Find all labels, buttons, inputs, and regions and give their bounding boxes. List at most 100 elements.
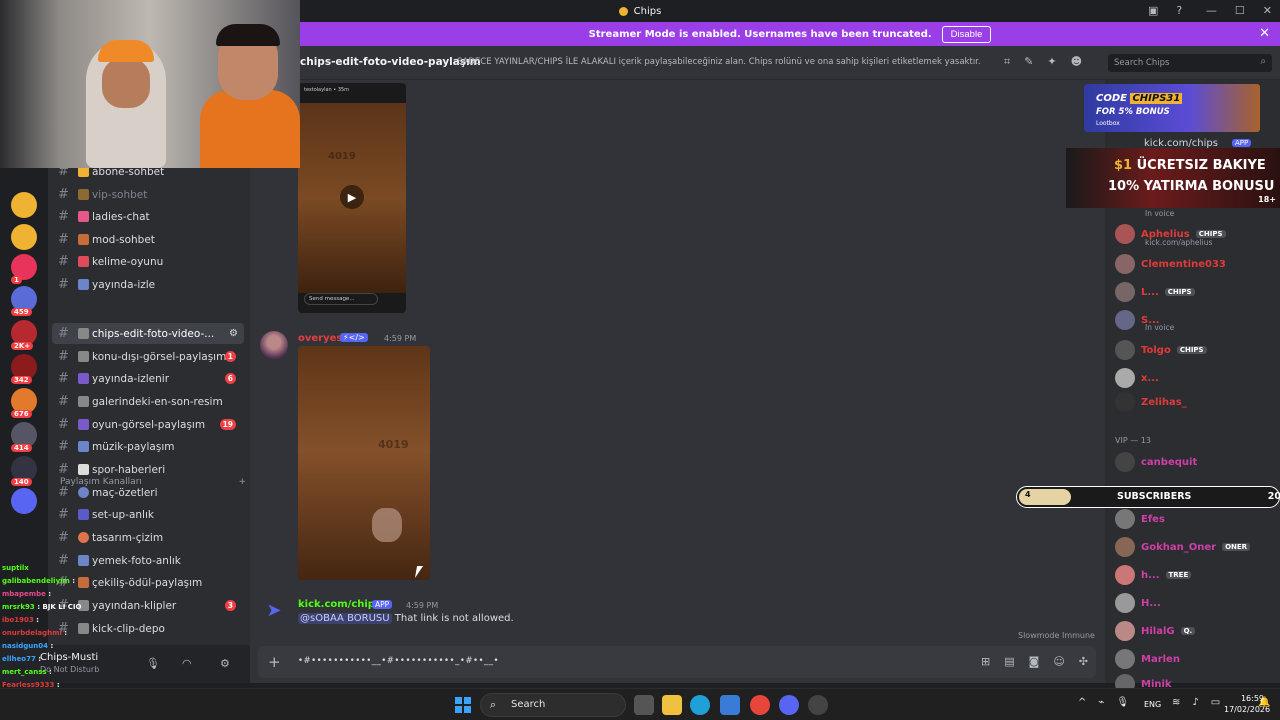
channel-item[interactable]: # tasarım-çizim (52, 527, 244, 548)
server-icon[interactable]: 414 (11, 422, 37, 452)
emoji-icon[interactable]: ☺ (1053, 655, 1064, 668)
start-menu-icon[interactable] (455, 697, 471, 713)
server-icon[interactable] (11, 224, 37, 250)
edge-icon[interactable] (690, 695, 710, 715)
volume-icon[interactable]: ♪ (1192, 697, 1198, 708)
member-list-icon[interactable]: ☻ (1071, 55, 1082, 69)
minimize-icon[interactable]: — (1206, 4, 1217, 17)
taskbar-search[interactable]: ⌕ Search (480, 693, 626, 717)
video-attachment[interactable]: 4019 (298, 346, 430, 580)
close-banner-icon[interactable]: ✕ (1259, 26, 1270, 41)
member-item[interactable]: Zelihas_ (1115, 392, 1187, 412)
server-icon[interactable]: 676 (11, 388, 37, 418)
server-icon[interactable] (11, 192, 37, 218)
vip-group-header: VIP — 13 (1115, 436, 1151, 445)
message-author[interactable]: kick.com/chips (298, 599, 381, 610)
member-item[interactable]: Marlen (1115, 649, 1180, 669)
member-item[interactable]: Clementine033 (1115, 254, 1226, 274)
member-item[interactable]: x... (1115, 368, 1159, 388)
server-badge: 459 (11, 308, 32, 316)
channel-item[interactable]: # galerindeki-en-son-resim (52, 391, 244, 412)
file-explorer-icon[interactable] (662, 695, 682, 715)
store-icon[interactable] (720, 695, 740, 715)
server-icon[interactable]: 140 (11, 456, 37, 486)
channel-item[interactable]: # set-up-anlık (52, 504, 244, 525)
server-icon[interactable]: 2K+ (11, 320, 37, 350)
notification-bell-icon[interactable]: 🔔 (1258, 697, 1270, 708)
member-name: Efes (1141, 513, 1165, 525)
gif-icon[interactable]: ▤ (1004, 655, 1014, 668)
server-icon[interactable] (11, 488, 37, 514)
header-tools: ⌗ ✎ ✦ ☻ (1004, 55, 1082, 69)
message-input-value[interactable]: •#•••••••••••__•#•••••••••••_•#••__• (298, 656, 499, 666)
member-item[interactable]: Tolgo CHIPS (1115, 340, 1207, 360)
member-item[interactable]: H... (1115, 593, 1161, 613)
close-window-icon[interactable]: ✕ (1263, 4, 1272, 17)
user-mention[interactable]: @sOBAA BORUSU (298, 613, 392, 624)
channel-item[interactable]: # yayında-izlenir 6 (52, 368, 244, 389)
channel-item[interactable]: # maç-özetleri (52, 482, 244, 503)
channel-item[interactable]: # yayında-izle (52, 274, 244, 295)
user-settings-icon[interactable]: ⚙ (220, 657, 230, 670)
obs-icon[interactable] (808, 695, 828, 715)
channel-item-active[interactable]: # chips-edit-foto-video-... ⚙ (52, 323, 244, 344)
channel-item[interactable]: # mod-sohbet (52, 229, 244, 250)
pinned-icon[interactable]: ✦ (1047, 55, 1056, 69)
channel-item[interactable]: # oyun-görsel-paylaşım 19 (52, 414, 244, 435)
disable-streamer-mode-button[interactable]: Disable (941, 25, 992, 43)
member-item[interactable]: h... TREE (1115, 565, 1192, 585)
channel-item[interactable]: # konu-dışı-görsel-paylaşım 1 (52, 346, 244, 367)
member-item[interactable]: L... CHIPS (1115, 282, 1195, 302)
play-icon[interactable]: ▶ (340, 185, 364, 209)
notifications-icon[interactable]: ✎ (1024, 55, 1033, 69)
server-icon[interactable]: 459 (11, 286, 37, 316)
message-author[interactable]: overyes (298, 333, 342, 344)
channel-item[interactable]: # kelime-oyunu (52, 251, 244, 272)
channel-item[interactable]: # ladies-chat (52, 206, 244, 227)
member-item[interactable]: Gokhan_Oner ONER (1115, 537, 1251, 557)
tray-network-icon[interactable]: ⌁ (1098, 697, 1104, 708)
guest-body (200, 90, 300, 168)
discord-icon[interactable] (779, 695, 799, 715)
door-number: 4019 (328, 151, 356, 162)
member-item[interactable]: HilalG Q. (1115, 621, 1196, 641)
sticker-icon[interactable]: ◙ (1029, 655, 1040, 668)
channel-settings-icon[interactable]: ⚙ (229, 328, 238, 339)
bot-avatar-icon[interactable]: ➤ (262, 598, 286, 622)
apps-icon[interactable]: ✣ (1079, 655, 1088, 668)
channel-label: galerindeki-en-son-resim (92, 395, 223, 408)
member-item[interactable]: canbequit (1115, 452, 1197, 472)
webcam-overlay (0, 0, 300, 168)
streamer-cap (98, 40, 154, 62)
channel-topic[interactable]: SADECE YAYINLAR/CHIPS İLE ALAKALI içerik… (457, 57, 981, 67)
search-input[interactable]: Search Chips ⌕ (1108, 54, 1272, 72)
channel-item[interactable]: # müzik-paylaşım (52, 436, 244, 457)
inbox-icon[interactable]: ▣ (1148, 4, 1158, 17)
server-icon[interactable]: 342 (11, 354, 37, 384)
task-view-icon[interactable] (634, 695, 654, 715)
maximize-icon[interactable]: ☐ (1235, 4, 1245, 17)
guest-hair (216, 24, 280, 46)
chrome-icon[interactable] (750, 695, 770, 715)
member-item[interactable]: Efes (1115, 509, 1165, 529)
server-icon[interactable]: 1 (11, 254, 37, 284)
attach-plus-icon[interactable]: + (268, 653, 281, 671)
avatar[interactable] (260, 331, 288, 359)
keyboard-language[interactable]: ENG (1144, 700, 1161, 709)
gift-icon[interactable]: ⊞ (981, 655, 990, 668)
channel-item[interactable]: # spor-haberleri (52, 459, 244, 480)
battery-icon[interactable]: ▭ (1211, 697, 1220, 708)
message-input[interactable]: + •#•••••••••••__•#•••••••••••_•#••__• ⊞… (258, 646, 1096, 678)
video-attachment[interactable]: testolaylan • 35m 4019 ▶ Send message... (298, 83, 406, 313)
help-icon[interactable]: ? (1176, 4, 1182, 17)
tray-chevron-icon[interactable]: ^ (1078, 697, 1086, 708)
channel-label: yayında-izlenir (92, 372, 170, 385)
avatar (1115, 254, 1135, 274)
avatar (1115, 282, 1135, 302)
stream-chat-line: nasidgun04 : (2, 642, 54, 650)
channel-item[interactable]: # vip-sohbet (52, 184, 244, 205)
tray-mic-icon[interactable]: 🎙 (1116, 697, 1129, 708)
subscriber-goal-label: SUBSCRIBERS (1117, 491, 1192, 502)
wifi-icon[interactable]: ≋ (1172, 697, 1180, 708)
threads-icon[interactable]: ⌗ (1004, 55, 1010, 69)
